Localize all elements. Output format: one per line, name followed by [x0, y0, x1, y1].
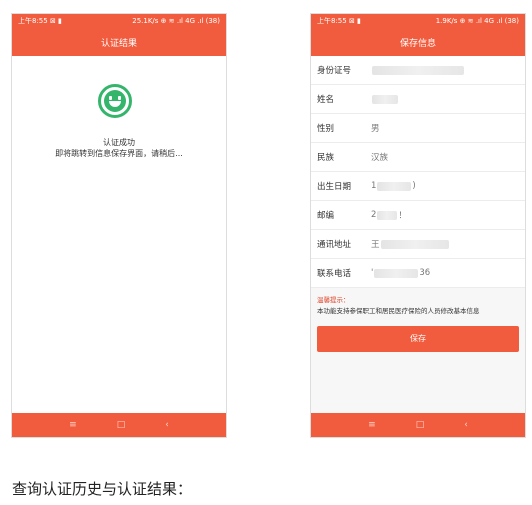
field-value[interactable]: 2！ [371, 209, 407, 221]
field-label: 身份证号 [317, 66, 352, 76]
field-label: 民族 [317, 153, 335, 163]
status-bar: 上午8:55 ⊠ ▮ 25.1K/s ⊕ ≋ .ıl 4G .ıl (38) [12, 14, 226, 28]
home-icon[interactable]: □ [416, 420, 425, 430]
field-label: 通讯地址 [317, 240, 352, 250]
back-icon[interactable]: ‹ [165, 420, 169, 430]
redirect-message: 即将跳转到信息保存界面，请稍后... [55, 149, 183, 158]
field-label: 姓名 [317, 95, 335, 105]
field-postcode[interactable]: 邮编 2！ [311, 201, 525, 230]
menu-icon[interactable]: ≡ [368, 420, 376, 430]
back-icon[interactable]: ‹ [464, 420, 468, 430]
field-value[interactable]: 男 [371, 122, 380, 134]
tip-box: 温馨提示： 本功能支持参保职工和居民医疗保险的人员修改基本信息 [311, 288, 525, 316]
field-value[interactable]: 汉族 [371, 151, 388, 163]
status-indicators: 25.1K/s ⊕ ≋ .ıl 4G .ıl (38) [132, 17, 220, 25]
status-bar: 上午8:55 ⊠ ▮ 1.9K/s ⊕ ≋ .ıl 4G .ıl (38) [311, 14, 525, 28]
auth-result-screen: 上午8:55 ⊠ ▮ 25.1K/s ⊕ ≋ .ıl 4G .ıl (38) 认… [12, 14, 226, 437]
status-time: 上午8:55 ⊠ ▮ [317, 17, 361, 25]
field-gender[interactable]: 性别 男 [311, 114, 525, 143]
field-label: 邮编 [317, 211, 335, 221]
field-phone[interactable]: 联系电话 ' 36 [311, 259, 525, 288]
field-value[interactable] [371, 94, 399, 104]
save-button[interactable]: 保存 [317, 325, 519, 352]
home-icon[interactable]: □ [117, 420, 126, 430]
field-value[interactable] [371, 65, 465, 75]
menu-icon[interactable]: ≡ [69, 420, 77, 430]
field-label: 性别 [317, 124, 335, 134]
field-value[interactable]: 王 [371, 238, 450, 250]
field-label: 出生日期 [317, 182, 352, 192]
info-form: 身份证号 姓名 性别 男 民族 汉族 出生日期 1) 邮编 2！ 通讯地址 王 … [311, 56, 525, 288]
field-name[interactable]: 姓名 [311, 85, 525, 114]
field-value[interactable]: ' 36 [371, 268, 430, 278]
success-message: 认证成功 [103, 138, 135, 147]
field-value[interactable]: 1) [371, 181, 416, 191]
status-time: 上午8:55 ⊠ ▮ [18, 17, 62, 25]
field-ethnicity[interactable]: 民族 汉族 [311, 143, 525, 172]
field-address[interactable]: 通讯地址 王 [311, 230, 525, 259]
page-title: 保存信息 [399, 38, 436, 49]
save-info-screen: 上午8:55 ⊠ ▮ 1.9K/s ⊕ ≋ .ıl 4G .ıl (38) 保存… [311, 14, 525, 437]
nav-bar: ≡ □ ‹ [12, 413, 226, 437]
status-indicators: 1.9K/s ⊕ ≋ .ıl 4G .ıl (38) [435, 17, 519, 25]
nav-bar: ≡ □ ‹ [311, 413, 525, 437]
field-birth-date[interactable]: 出生日期 1) [311, 172, 525, 201]
smile-icon [98, 84, 132, 118]
tip-text: 本功能支持参保职工和居民医疗保险的人员修改基本信息 [317, 307, 480, 315]
page-title: 认证结果 [100, 38, 137, 49]
tip-title: 温馨提示： [317, 296, 350, 304]
title-bar: 认证结果 [12, 28, 226, 56]
field-id-number[interactable]: 身份证号 [311, 56, 525, 85]
title-bar: 保存信息 [311, 28, 525, 56]
caption-text: 查询认证历史与认证结果： [12, 480, 193, 498]
field-label: 联系电话 [317, 269, 352, 279]
